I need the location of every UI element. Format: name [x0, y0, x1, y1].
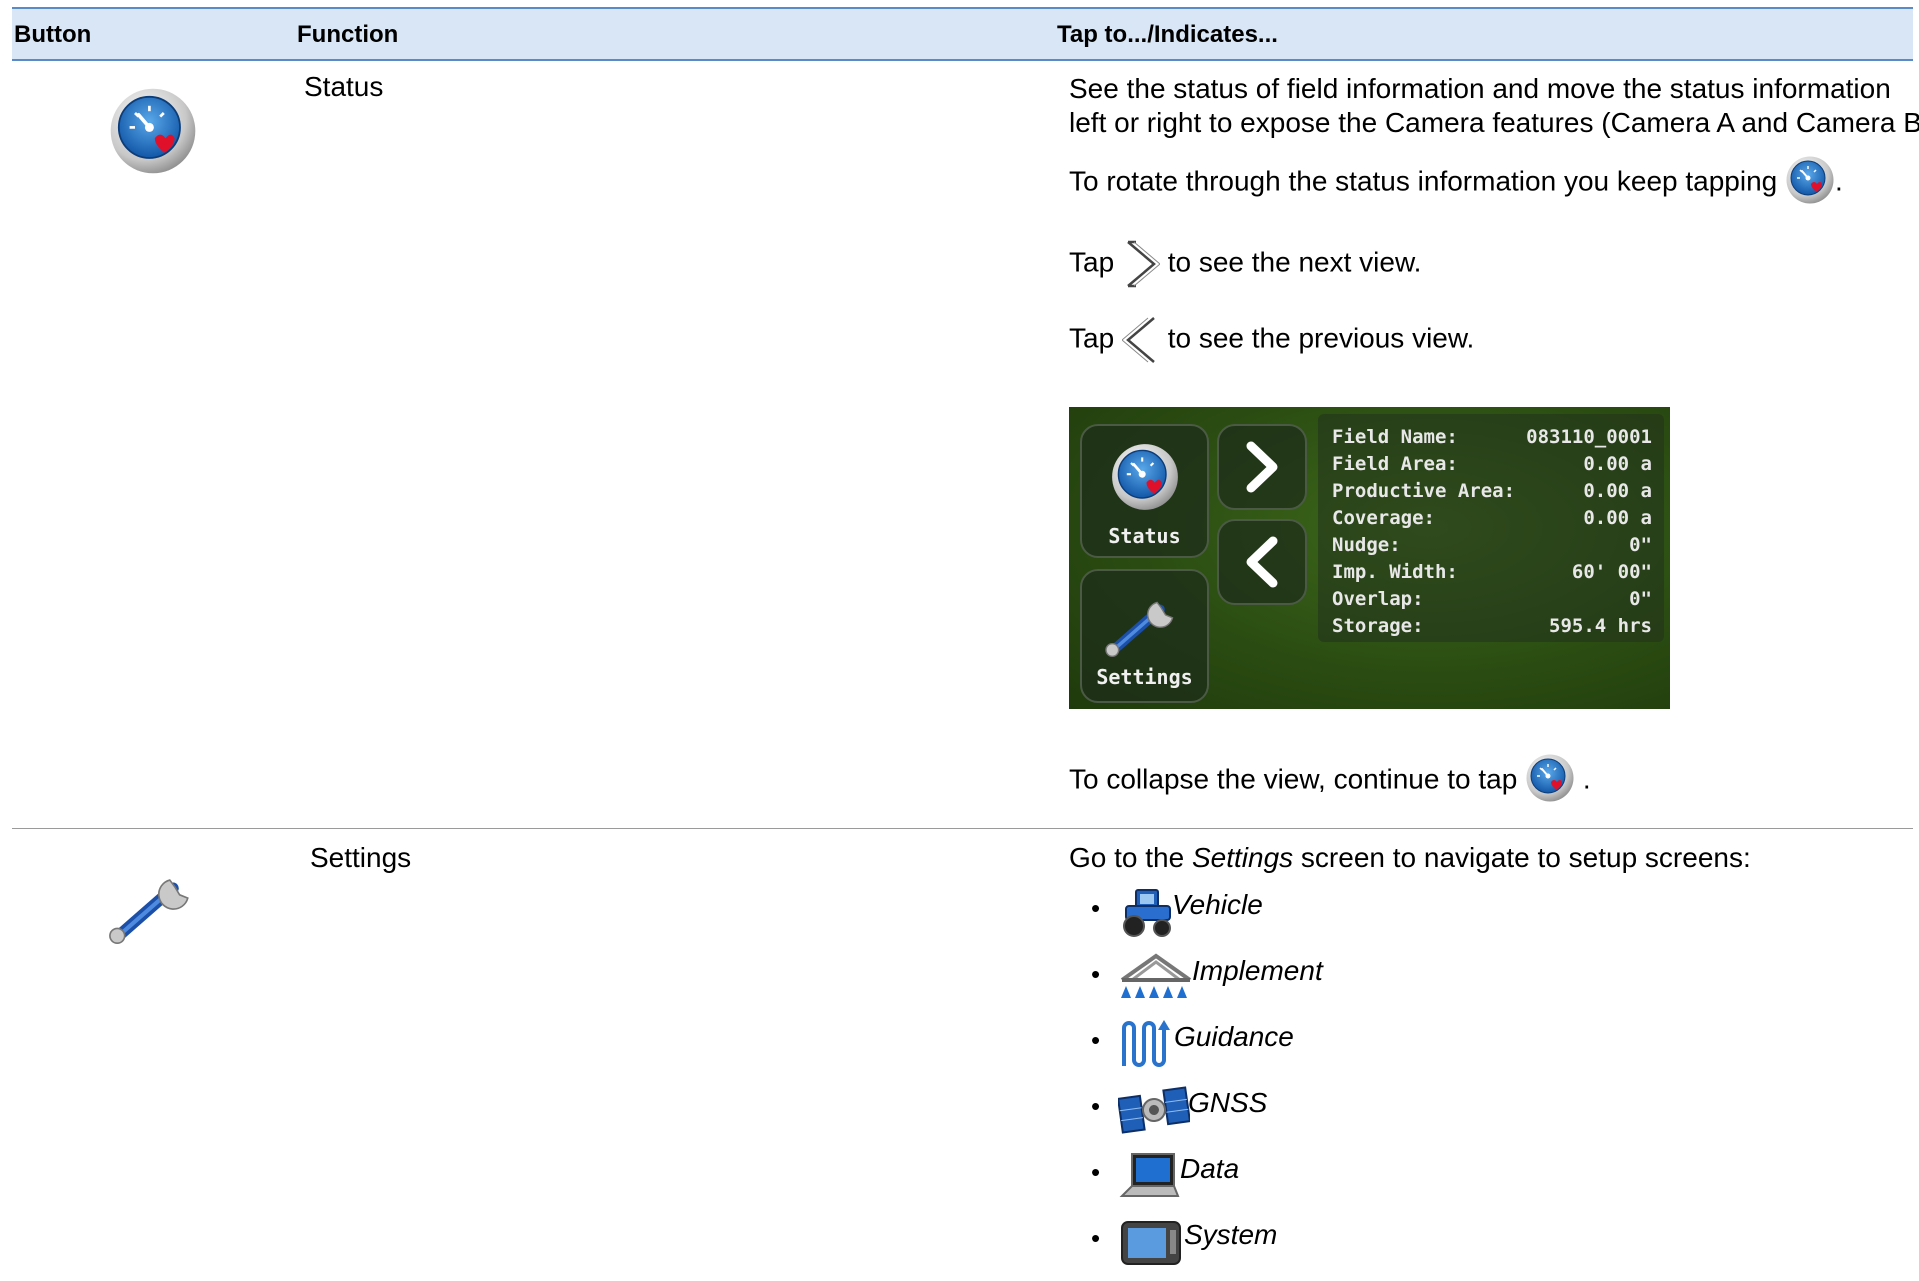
panel-next-button	[1217, 424, 1307, 510]
status-rotate-text: To rotate through the status information…	[1069, 161, 1843, 205]
settings-intro: Go to the Settings screen to navigate to…	[1069, 841, 1751, 875]
info-row: Productive Area: 0.00 a	[1332, 480, 1652, 506]
bullet: •	[1091, 893, 1101, 923]
info-value: 0.00 a	[1583, 507, 1652, 529]
header-function: Function	[297, 21, 399, 48]
collapse-label: To collapse the view, continue to tap	[1069, 763, 1518, 795]
info-value: 083110_0001	[1526, 426, 1652, 448]
status-desc-line1: See the status of field information and …	[1069, 73, 1891, 104]
chevron-right-icon	[1127, 240, 1160, 288]
menu-item-guidance: Guidance	[1174, 1021, 1294, 1052]
row-separator	[12, 828, 1913, 829]
info-label: Imp. Width:	[1332, 561, 1458, 583]
info-value: 0"	[1629, 534, 1652, 556]
table-header: Button Function Tap to.../Indicates...	[12, 7, 1913, 61]
chevron-left-icon	[1246, 536, 1278, 588]
info-label: Productive Area:	[1332, 480, 1516, 502]
next-view-text: Tap to see the next view.	[1069, 238, 1421, 290]
guidance-icon	[1122, 1020, 1170, 1067]
next-tap-label: Tap	[1069, 246, 1115, 278]
info-row: Nudge: 0"	[1332, 534, 1652, 560]
panel-status-button: Status	[1080, 424, 1209, 558]
info-label: Field Area:	[1332, 453, 1458, 475]
info-row: Imp. Width: 60' 00"	[1332, 561, 1652, 587]
display-icon	[1121, 1221, 1181, 1265]
rotate-period: .	[1835, 165, 1843, 197]
prev-view-text: Tap to see the previous view.	[1069, 314, 1474, 366]
wrench-icon	[100, 862, 210, 944]
bullet: •	[1091, 1223, 1101, 1253]
next-view-label: to see the next view.	[1167, 246, 1422, 278]
info-row: Field Name: 083110_0001	[1332, 426, 1652, 452]
status-gauge-icon	[1525, 753, 1575, 803]
info-value: 0"	[1629, 588, 1652, 610]
menu-item-system: System	[1184, 1219, 1278, 1250]
info-label: Overlap:	[1332, 588, 1424, 610]
bullet: •	[1091, 1157, 1101, 1187]
collapse-period: .	[1582, 763, 1591, 795]
info-label: Nudge:	[1332, 534, 1401, 556]
intro-post: screen to navigate to setup screens:	[1293, 842, 1751, 873]
panel-prev-button	[1217, 519, 1307, 605]
bullet: •	[1091, 1091, 1101, 1121]
implement-icon	[1120, 953, 1192, 998]
panel-settings-label: Settings	[1096, 665, 1193, 689]
status-function-label: Status	[304, 71, 384, 102]
info-label: Coverage:	[1332, 507, 1435, 529]
tractor-icon	[1123, 889, 1171, 937]
menu-item-implement: Implement	[1192, 955, 1323, 986]
collapse-text: To collapse the view, continue to tap .	[1069, 759, 1591, 803]
laptop-icon	[1119, 1153, 1180, 1197]
intro-settings-emphasis: Settings	[1191, 842, 1294, 873]
status-gauge-icon	[1785, 155, 1835, 205]
info-row: Coverage: 0.00 a	[1332, 507, 1652, 533]
info-value: 0.00 a	[1583, 480, 1652, 502]
info-value: 595.4 hrs	[1549, 615, 1652, 637]
rotate-text: To rotate through the status information…	[1069, 165, 1778, 197]
bullet: •	[1091, 1025, 1101, 1055]
info-row: Overlap: 0"	[1332, 588, 1652, 614]
bullet: •	[1091, 959, 1101, 989]
info-row: Storage: 595.4 hrs	[1332, 615, 1652, 641]
info-row: Field Area: 0.00 a	[1332, 453, 1652, 479]
status-gauge-icon	[1110, 442, 1180, 512]
prev-tap-label: Tap	[1069, 322, 1115, 354]
header-button: Button	[14, 21, 92, 48]
chevron-left-icon	[1121, 317, 1155, 363]
status-gauge-icon	[108, 86, 198, 176]
menu-item-gnss: GNSS	[1188, 1087, 1268, 1118]
header-tap-to: Tap to.../Indicates...	[1057, 21, 1278, 48]
satellite-icon	[1118, 1086, 1190, 1134]
panel-settings-button: Settings	[1080, 569, 1209, 703]
chevron-right-icon	[1246, 441, 1278, 493]
wrench-icon	[1102, 587, 1187, 657]
info-label: Field Name:	[1332, 426, 1458, 448]
status-info-box: Field Name: 083110_0001 Field Area: 0.00 a…	[1318, 414, 1664, 642]
document-page: Button Function Tap to.../Indicates... S…	[0, 0, 1919, 1281]
settings-function-label: Settings	[310, 842, 412, 873]
info-label: Storage:	[1332, 615, 1424, 637]
menu-item-data: Data	[1180, 1153, 1240, 1184]
menu-item-vehicle: Vehicle	[1172, 889, 1263, 920]
info-value: 60' 00"	[1571, 561, 1652, 583]
intro-pre: Go to the	[1069, 842, 1192, 873]
status-desc-line2: left or right to expose the Camera featu…	[1069, 107, 1919, 138]
panel-status-label: Status	[1108, 524, 1181, 548]
info-value: 0.00 a	[1583, 453, 1652, 475]
prev-view-label: to see the previous view.	[1167, 322, 1475, 354]
